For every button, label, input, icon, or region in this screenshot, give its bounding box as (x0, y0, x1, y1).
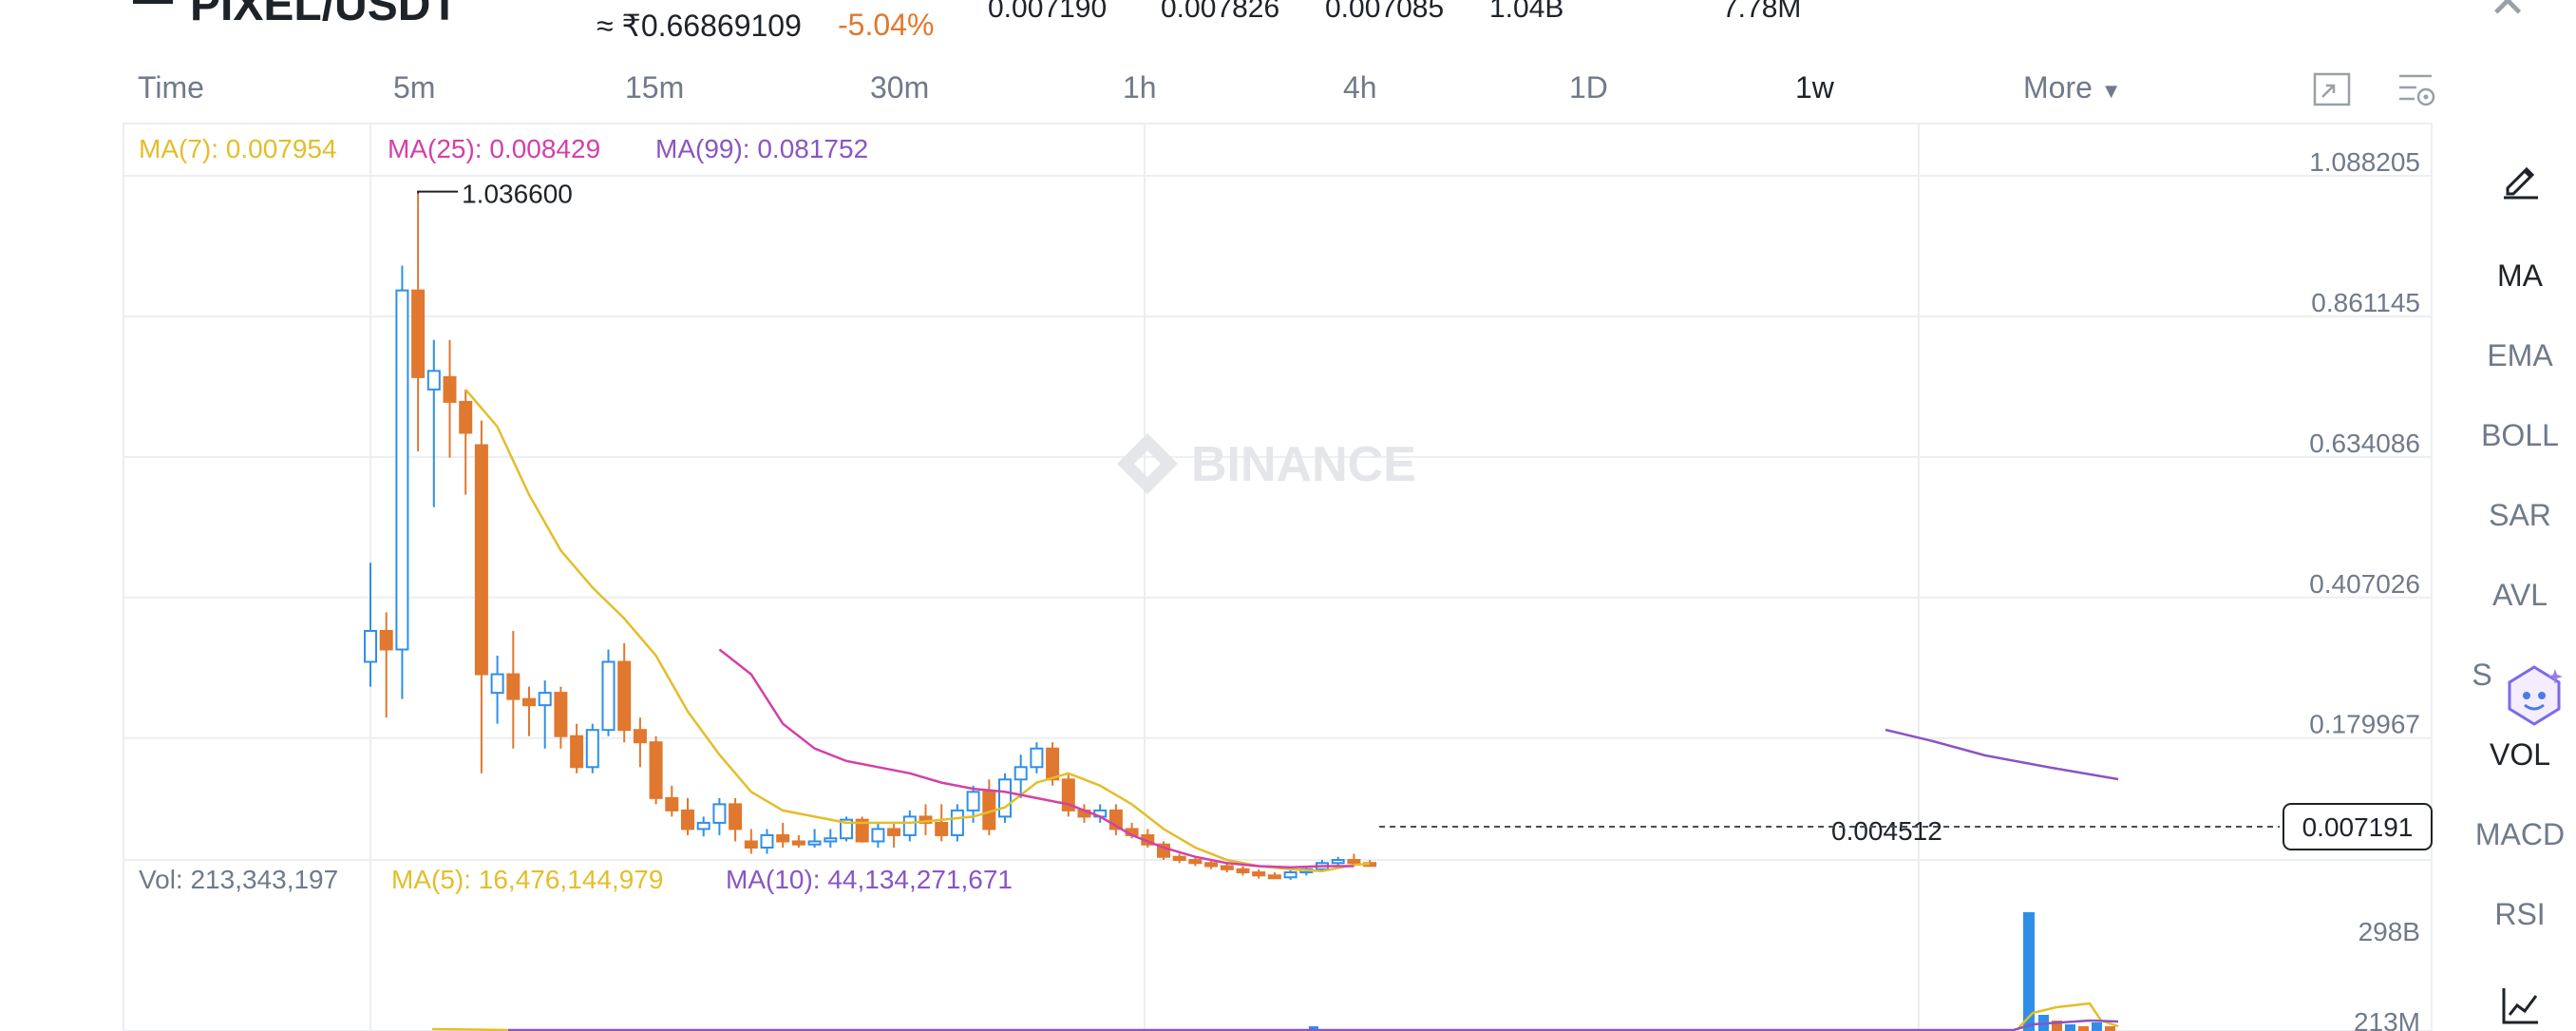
price-tick-label: 0.861145 (2311, 288, 2420, 317)
candle-body (1172, 855, 1186, 862)
binance-watermark: BINANCE (1117, 433, 1416, 494)
candle-body (887, 828, 901, 836)
candle-body (966, 791, 980, 811)
vol-tick-label: 298B (2358, 917, 2420, 946)
vol-ma10-legend: MA(10): 44,134,271,671 (726, 865, 1013, 894)
low-marker-label: 0.004512 (1831, 816, 1942, 846)
indicator-avl[interactable]: AVL (2468, 578, 2572, 613)
vol-tick-label: 213M (2354, 1007, 2420, 1031)
candle-body (490, 673, 504, 695)
candle-body (744, 840, 758, 849)
candle-body (1267, 874, 1281, 880)
candle-body (585, 729, 599, 769)
candle-body (522, 697, 536, 707)
vol-ma5-line (431, 1027, 509, 1031)
price-tick-label: 0.407026 (2309, 569, 2420, 599)
ma99-legend: MA(99): 0.081752 (655, 134, 869, 163)
candle-body (1204, 862, 1219, 868)
candle-body (1188, 859, 1203, 865)
indicator-vol[interactable]: VOL (2468, 737, 2572, 773)
candle-body (1030, 747, 1044, 769)
candle-body (379, 629, 393, 651)
indicator-rsi[interactable]: RSI (2468, 897, 2572, 932)
candle-body (1013, 766, 1028, 781)
vol-legend: Vol: 213,343,197 (139, 865, 339, 894)
indicator-partial[interactable]: S (2468, 658, 2496, 693)
indicator-ema[interactable]: EMA (2468, 338, 2572, 373)
candle-body (1252, 871, 1266, 877)
candle-body (776, 833, 790, 843)
candle-body (791, 840, 805, 846)
binance-logo-icon (1117, 433, 1178, 494)
candle-body (570, 735, 584, 769)
ma25-legend: MA(25): 0.008429 (388, 134, 601, 163)
candle-body (1283, 871, 1297, 879)
indicator-boll[interactable]: BOLL (2468, 418, 2572, 453)
chart-line-icon[interactable] (2500, 984, 2542, 1026)
volume-bar (2105, 1026, 2115, 1031)
candle-body (617, 660, 632, 732)
high-marker-label: 1.036600 (462, 180, 573, 209)
candle-body (1236, 868, 1250, 874)
candle-body (459, 400, 473, 434)
candle-body (998, 778, 1012, 818)
candle-body (696, 821, 710, 831)
volume-bar (2092, 1022, 2102, 1031)
candle-body (902, 815, 917, 836)
candle-body (601, 660, 616, 732)
price-tick-label: 0.634086 (2309, 429, 2420, 458)
candle-body (411, 289, 426, 378)
ai-assistant-icon[interactable] (2500, 661, 2568, 730)
high-marker-line (417, 190, 459, 194)
indicator-ma[interactable]: MA (2468, 258, 2572, 294)
candle-body (506, 673, 521, 700)
candle-body (364, 629, 377, 663)
candle-body (649, 741, 663, 799)
candles (364, 193, 1377, 880)
candle-body (729, 803, 743, 831)
candle-body (950, 809, 964, 836)
last-price-label: 0.007191 (2302, 812, 2414, 842)
pencil-icon[interactable] (2500, 158, 2542, 200)
candle-body (474, 444, 488, 676)
candle-body (871, 828, 885, 843)
indicator-sar[interactable]: SAR (2468, 498, 2572, 533)
candle-body (633, 729, 647, 744)
indicator-macd[interactable]: MACD (2468, 817, 2572, 852)
candle-body (1347, 859, 1361, 865)
candle-body (443, 375, 457, 403)
price-tick-label: 1.088205 (2309, 147, 2420, 177)
candle-body (824, 837, 838, 843)
vol-ma5-legend: MA(5): 16,476,144,979 (391, 865, 664, 894)
candle-body (712, 803, 727, 824)
price-tick-label: 0.179967 (2309, 710, 2420, 739)
candle-body (1220, 865, 1234, 870)
ma7-legend: MA(7): 0.007954 (139, 134, 337, 163)
candle-body (760, 833, 774, 849)
price-chart[interactable]: BINANCE 1.088205 0.861145 0.634086 0.407026… (0, 0, 2576, 1031)
candle-body (538, 692, 552, 707)
candle-body (426, 370, 441, 391)
candle-body (681, 809, 694, 831)
volume-bar (2065, 1024, 2075, 1031)
candle-body (935, 821, 949, 836)
watermark-text: BINANCE (1191, 437, 1416, 492)
candle-body (554, 692, 568, 737)
candle-body (1331, 859, 1345, 865)
candle-body (1046, 747, 1060, 781)
candle-body (395, 289, 409, 651)
candle-body (807, 840, 822, 846)
candle-body (665, 796, 679, 811)
volume-bar (2078, 1026, 2089, 1031)
volume-panel: 298B 213M (431, 912, 2420, 1031)
price-axis: 1.088205 0.861145 0.634086 0.407026 0.179967 (2309, 147, 2420, 739)
annotations: 1.036600 0.004512 0.007191 (417, 180, 2433, 850)
